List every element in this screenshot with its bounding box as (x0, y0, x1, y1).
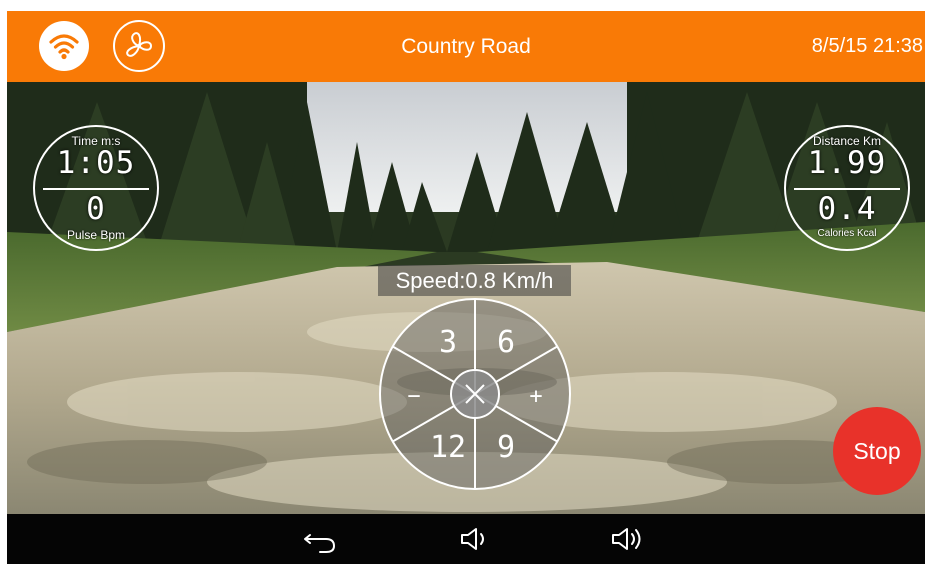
distance-value: 1.99 (807, 145, 887, 181)
distance-calories-gauge: Distance Km 1.99 0.4 Calories Kcal (784, 125, 910, 251)
dial-decrease[interactable]: − (407, 384, 420, 409)
pulse-label: Pulse Bpm (66, 228, 126, 242)
calories-value: 0.4 (817, 191, 877, 227)
volume-down-button[interactable] (454, 521, 494, 557)
app-frame: Country Road 8/5/15 21:38 Time m:s 1:05 … (7, 11, 925, 564)
gauge-divider (43, 188, 149, 190)
dial-value-3[interactable]: 3 (439, 325, 457, 360)
gauge-divider (794, 188, 900, 190)
dial-value-9[interactable]: 9 (497, 430, 515, 465)
datetime-display: 8/5/15 21:38 (811, 35, 923, 57)
speed-readout: Speed:0.8 Km/h (378, 265, 571, 296)
stop-button[interactable]: Stop (833, 407, 921, 495)
system-nav-bar (7, 514, 925, 564)
top-bar: Country Road 8/5/15 21:38 (7, 11, 925, 82)
dial-increase[interactable]: + (529, 384, 542, 409)
volume-up-button[interactable] (607, 521, 647, 557)
speed-control-dial: 3 6 − + 12 9 (379, 298, 571, 490)
volume-down-icon (461, 528, 484, 550)
dial-value-6[interactable]: 6 (497, 325, 515, 360)
time-value: 1:05 (56, 145, 136, 181)
volume-up-icon (612, 528, 641, 550)
back-button[interactable] (300, 521, 340, 557)
time-pulse-gauge: Time m:s 1:05 0 Pulse Bpm (33, 125, 159, 251)
calories-label: Calories Kcal (817, 228, 877, 239)
back-arrow-icon (304, 534, 335, 553)
route-title: Country Road (401, 35, 531, 58)
pulse-value: 0 (86, 191, 106, 227)
dial-value-12[interactable]: 12 (430, 430, 466, 465)
